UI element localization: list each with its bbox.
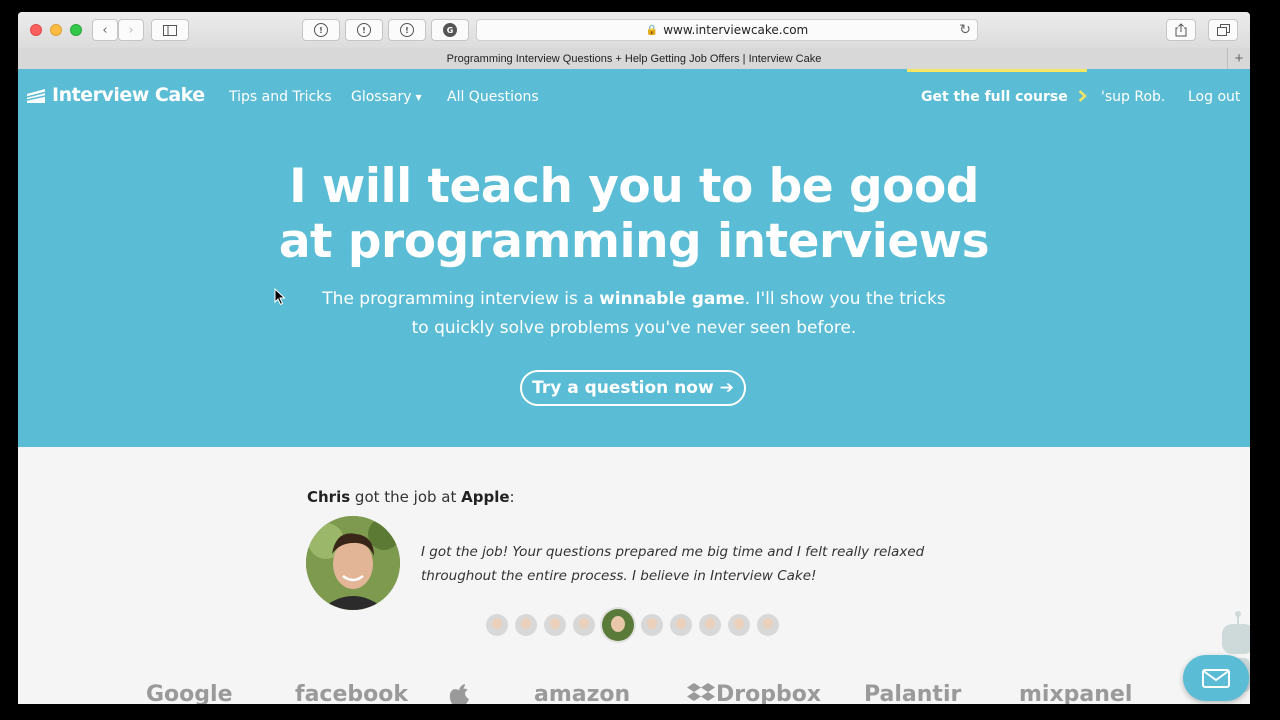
- sub-text-before: The programming interview is a: [322, 289, 600, 309]
- reload-icon[interactable]: ↻: [959, 22, 971, 38]
- avatar-thumbnail[interactable]: [757, 614, 779, 636]
- browser-window: ‹ › ! ! ! G 🔒 www.interviewcake.com ↻ Pr…: [18, 12, 1250, 704]
- extension-button-1[interactable]: !: [302, 19, 340, 41]
- testimonial-name: Chris: [307, 488, 351, 506]
- testimonial-heading: Chris got the job at Apple:: [307, 488, 515, 506]
- nav-glossary[interactable]: Glossary ▼: [351, 89, 422, 105]
- quote-line-2: throughout the entire process. I believe…: [421, 568, 817, 584]
- testimonial-company: Apple: [461, 488, 510, 506]
- nav-tips-and-tricks[interactable]: Tips and Tricks: [229, 89, 332, 105]
- dropbox-icon: [687, 683, 715, 701]
- password-manager-icon: !: [357, 23, 371, 37]
- sub-text-after: . I'll show you the tricks: [744, 289, 946, 309]
- avatar-thumbnail[interactable]: [699, 614, 721, 636]
- sidebar-icon: [163, 24, 177, 36]
- avatar-thumbnail[interactable]: [515, 614, 537, 636]
- nav-glossary-label: Glossary: [351, 89, 412, 105]
- testimonial-colon: :: [509, 488, 515, 506]
- tabs-icon: [1216, 24, 1230, 36]
- nav-greeting[interactable]: 'sup Rob.: [1101, 89, 1165, 105]
- cake-icon: [26, 89, 46, 103]
- testimonial-avatar: [306, 516, 400, 610]
- new-tab-button[interactable]: +: [1227, 48, 1250, 69]
- address-bar[interactable]: 🔒 www.interviewcake.com ↻: [476, 19, 978, 41]
- avatar-thumbnail[interactable]: [641, 614, 663, 636]
- sub-text-bold: winnable game: [599, 289, 745, 309]
- avatar-thumbnail[interactable]: [670, 614, 692, 636]
- password-manager-icon: !: [400, 23, 414, 37]
- hero-subheadline: The programming interview is a winnable …: [18, 285, 1250, 343]
- testimonial-quote: I got the job! Your questions prepared m…: [421, 540, 941, 588]
- testimonial-middle: got the job at: [350, 488, 462, 506]
- hero-headline: I will teach you to be good at programmi…: [18, 159, 1250, 269]
- logo-facebook: facebook: [295, 682, 408, 704]
- company-logos: Google facebook amazon Dropbox Palantir …: [18, 682, 1250, 704]
- back-button[interactable]: ‹: [92, 19, 118, 41]
- hero-section: Interview Cake Tips and Tricks Glossary ▼…: [18, 69, 1250, 447]
- nav-log-out[interactable]: Log out: [1188, 89, 1240, 105]
- sub-text-line-2: to quickly solve problems you've never s…: [411, 318, 857, 338]
- mouse-cursor-icon: [274, 288, 286, 306]
- logo-amazon: amazon: [534, 682, 631, 704]
- chat-button[interactable]: [1183, 655, 1249, 701]
- avatar-thumbnail[interactable]: [544, 614, 566, 636]
- share-button[interactable]: [1166, 19, 1196, 41]
- apple-logo-icon: [449, 684, 469, 704]
- avatar-thumbnail[interactable]: [573, 614, 595, 636]
- chevron-right-icon: [1078, 90, 1087, 102]
- lock-icon: 🔒: [645, 24, 659, 36]
- tab-title[interactable]: Programming Interview Questions + Help G…: [447, 53, 822, 65]
- avatar-thumbnail-active[interactable]: [602, 609, 634, 641]
- testimonial-avatar-strip: [486, 609, 786, 641]
- try-question-button[interactable]: Try a question now ➔: [520, 370, 746, 406]
- extension-button-3[interactable]: !: [388, 19, 426, 41]
- envelope-icon: [1202, 668, 1230, 688]
- share-icon: [1175, 23, 1187, 37]
- caret-down-icon: ▼: [415, 92, 422, 102]
- nav-get-full-course[interactable]: Get the full course: [921, 89, 1087, 105]
- logo-apple: [448, 682, 470, 704]
- logo-palantir: Palantir: [864, 682, 962, 704]
- sidebar-button[interactable]: [151, 19, 189, 41]
- course-progress-line: [907, 69, 1087, 72]
- nav-all-questions[interactable]: All Questions: [447, 89, 539, 105]
- tab-bar: Programming Interview Questions + Help G…: [18, 48, 1250, 70]
- tabs-overview-button[interactable]: [1208, 19, 1238, 41]
- chevron-left-icon: ‹: [102, 22, 108, 38]
- password-manager-icon: !: [314, 23, 328, 37]
- minimize-window-button[interactable]: [50, 24, 62, 36]
- extension-button-2[interactable]: !: [345, 19, 383, 41]
- headline-line-2: at programming interviews: [278, 214, 990, 269]
- chevron-right-icon: ›: [128, 22, 134, 38]
- close-window-button[interactable]: [30, 24, 42, 36]
- forward-button[interactable]: ›: [118, 19, 144, 41]
- avatar-thumbnail[interactable]: [486, 614, 508, 636]
- headline-line-1: I will teach you to be good: [289, 159, 979, 214]
- brand-logo[interactable]: Interview Cake: [26, 84, 205, 106]
- logo-mixpanel: mixpanel: [1019, 682, 1133, 704]
- logo-dropbox: Dropbox: [686, 682, 821, 704]
- browser-toolbar: ‹ › ! ! ! G 🔒 www.interviewcake.com ↻: [18, 12, 1250, 49]
- full-course-label: Get the full course: [921, 89, 1068, 105]
- dropbox-label: Dropbox: [716, 682, 822, 704]
- grammarly-icon: G: [443, 23, 457, 37]
- zoom-window-button[interactable]: [70, 24, 82, 36]
- brand-name: Interview Cake: [52, 84, 205, 106]
- extension-button-4[interactable]: G: [431, 19, 469, 41]
- avatar-thumbnail[interactable]: [728, 614, 750, 636]
- url-text: www.interviewcake.com: [663, 23, 809, 37]
- logo-google: Google: [146, 682, 233, 704]
- person-photo: [306, 516, 400, 610]
- quote-line-1: I got the job! Your questions prepared m…: [421, 544, 925, 560]
